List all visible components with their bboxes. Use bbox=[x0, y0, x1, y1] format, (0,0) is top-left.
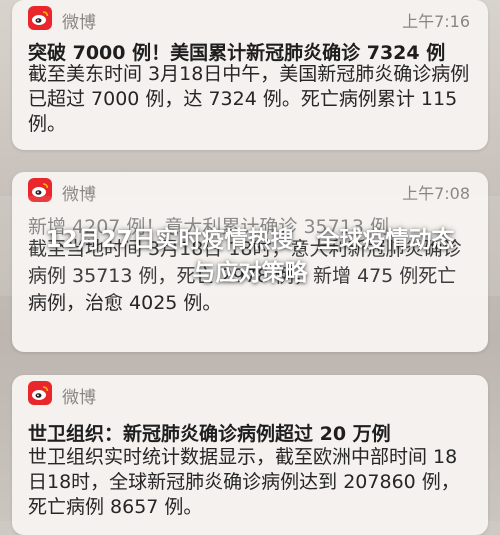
notification-card[interactable]: 微博 世卫组织：新冠肺炎确诊病例超过 20 万例 世卫组织实时统计数据显示，截至… bbox=[12, 375, 488, 535]
notification-time: 上午7:16 bbox=[402, 12, 470, 31]
notification-body: 世卫组织实时统计数据显示，截至欧洲中部时间 18日18时，全球新冠肺炎确诊病例达… bbox=[28, 446, 460, 518]
app-name: 微博 bbox=[62, 388, 96, 408]
notification-title: 突破 7000 例！美国累计新冠肺炎确诊 7324 例 bbox=[28, 42, 446, 64]
weibo-logo-icon bbox=[28, 6, 52, 30]
app-name: 微博 bbox=[62, 13, 96, 33]
notification-title: 世卫组织：新冠肺炎确诊病例超过 20 万例 bbox=[28, 423, 391, 445]
notification-body: 截至美东时间 3月18日中午，美国新冠肺炎确诊病例已超过 7000 例，达 73… bbox=[28, 63, 470, 135]
weibo-logo-icon bbox=[28, 381, 52, 405]
overlay-headline: 12月27日实时疫情热搜，全球疫情动态与应对策略 bbox=[45, 227, 455, 286]
notification-card[interactable]: 微博 上午7:16 突破 7000 例！美国累计新冠肺炎确诊 7324 例 截至… bbox=[12, 0, 488, 150]
notification-header: 微博 bbox=[12, 375, 488, 411]
notification-header: 微博 上午7:16 bbox=[12, 0, 488, 36]
